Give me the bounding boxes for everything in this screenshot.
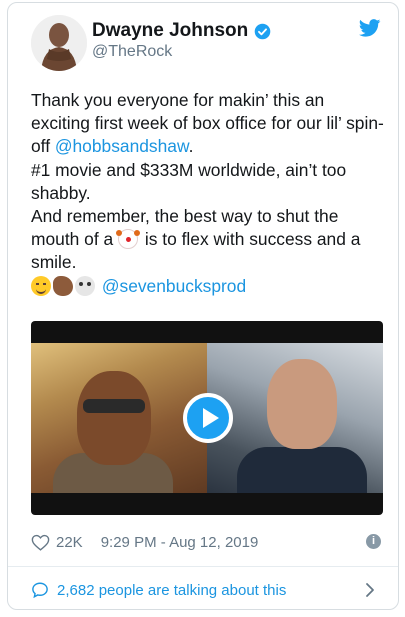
- like-count[interactable]: 22K: [56, 534, 83, 551]
- heart-icon[interactable]: [31, 534, 50, 551]
- chevron-right-icon[interactable]: [365, 582, 375, 598]
- tweet-paragraph-2: #1 movie and $333M worldwide, ain’t too …: [31, 159, 347, 203]
- timestamp[interactable]: 9:29 PM - Aug 12, 2019: [101, 534, 259, 551]
- tweet-paragraph-1: Thank you everyone for makin’ this an ex…: [31, 89, 386, 159]
- speech-bubble-icon: [32, 582, 48, 599]
- tweet-paragraph-3: And remember, the best way to shut the m…: [31, 205, 386, 275]
- divider: [8, 566, 398, 567]
- video-figure-left-head: [77, 371, 151, 465]
- play-icon[interactable]: [183, 393, 233, 443]
- flexed-biceps-emoji-icon: [53, 275, 73, 296]
- video-frame-left: [31, 343, 207, 493]
- video-frame-right: [207, 343, 383, 493]
- clown-emoji-icon: [116, 229, 139, 250]
- sunglasses-shape: [83, 399, 145, 413]
- tweet-card: Dwayne Johnson @TheRock Thank you everyo…: [7, 2, 399, 610]
- avatar[interactable]: [31, 15, 87, 71]
- tweet-text-part: .: [188, 136, 194, 157]
- info-icon[interactable]: i: [366, 534, 381, 549]
- skull-emoji-icon: [75, 275, 95, 296]
- avatar-image: [31, 15, 87, 71]
- video-figure-right-head: [267, 359, 337, 449]
- video-figure-right-body: [237, 447, 367, 493]
- author-name-row[interactable]: Dwayne Johnson: [92, 20, 271, 42]
- conversation-text[interactable]: 2,682 people are talking about this: [57, 582, 286, 599]
- winking-face-emoji-icon: [31, 275, 51, 296]
- tweet-meta: 22K 9:29 PM - Aug 12, 2019 i: [31, 531, 383, 553]
- hobbsandshaw-link[interactable]: @hobbsandshaw: [55, 136, 189, 156]
- verified-badge-icon: [254, 23, 271, 39]
- tweet-paragraph-4: @sevenbucksprod: [31, 275, 386, 298]
- author-name[interactable]: Dwayne Johnson: [92, 20, 248, 42]
- conversation-link[interactable]: 2,682 people are talking about this: [31, 579, 383, 601]
- video-player[interactable]: [31, 321, 383, 515]
- tweet-text: Thank you everyone for makin’ this an ex…: [31, 89, 386, 298]
- sevenbucksprod-link[interactable]: @sevenbucksprod: [102, 276, 246, 296]
- twitter-bird-icon[interactable]: [359, 19, 381, 37]
- author-handle[interactable]: @TheRock: [92, 43, 172, 61]
